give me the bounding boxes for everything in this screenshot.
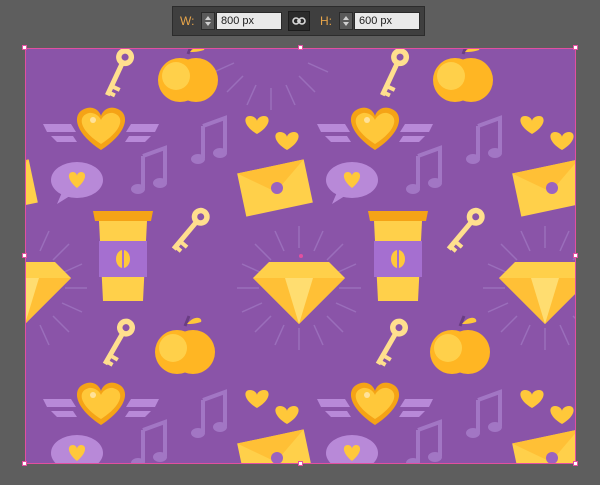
- resize-handle-bottom-left[interactable]: [22, 461, 27, 466]
- center-point: [299, 254, 303, 258]
- constrain-proportions-button[interactable]: [288, 11, 310, 31]
- resize-handle-top-right[interactable]: [573, 45, 578, 50]
- resize-handle-bottom-right[interactable]: [573, 461, 578, 466]
- resize-handle-top-center[interactable]: [298, 45, 303, 50]
- resize-handle-top-left[interactable]: [22, 45, 27, 50]
- width-label: W:: [180, 14, 195, 28]
- link-icon: [292, 17, 306, 25]
- resize-handle-middle-left[interactable]: [22, 253, 27, 258]
- resize-handle-bottom-center[interactable]: [298, 461, 303, 466]
- resize-handle-middle-right[interactable]: [573, 253, 578, 258]
- height-field[interactable]: 600 px: [354, 12, 420, 30]
- height-stepper[interactable]: [339, 12, 353, 30]
- height-label: H:: [320, 14, 332, 28]
- width-stepper[interactable]: [201, 12, 215, 30]
- dimension-toolbar: W: 800 px H: 600 px: [172, 6, 425, 36]
- width-field[interactable]: 800 px: [216, 12, 282, 30]
